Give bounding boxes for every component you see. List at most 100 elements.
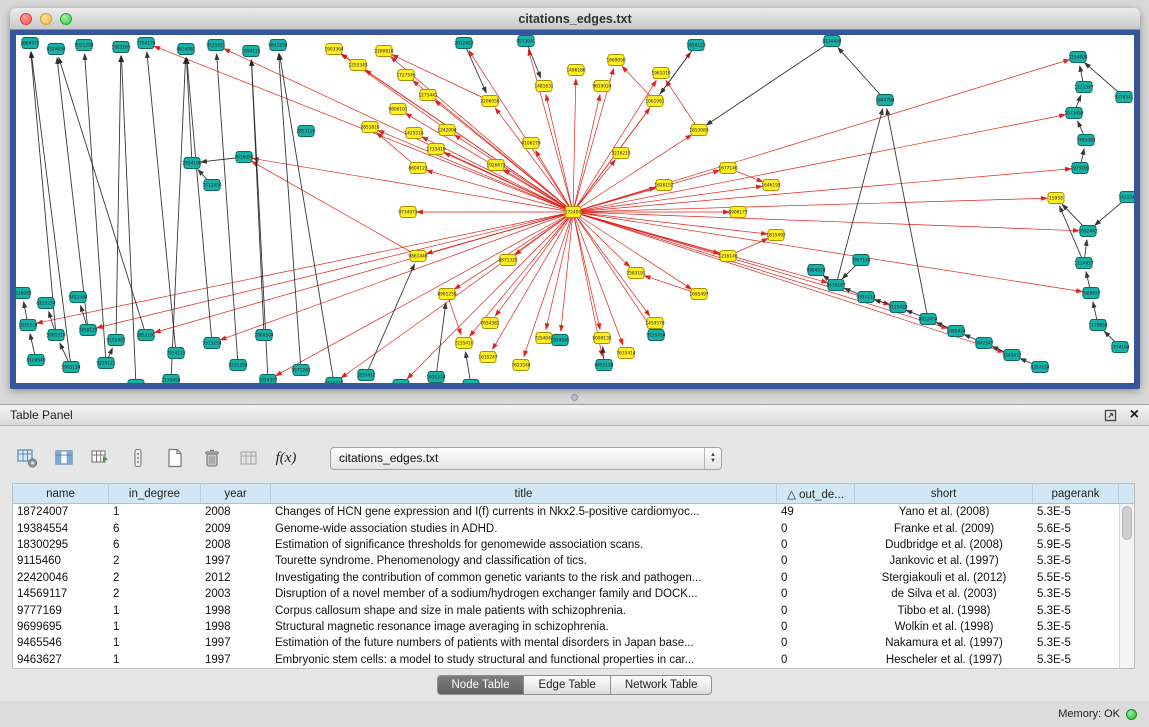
graph-node[interactable]: 1646193 [761,180,780,191]
graph-node[interactable]: 8455124 [594,360,613,371]
graph-node[interactable]: 1973458 [1064,108,1083,119]
network-graph[interactable]: 1724008906177121614616954971459578809913… [16,35,1134,383]
graph-node[interactable]: 7254042 [534,333,553,344]
graph-node[interactable]: 1727546 [396,70,415,81]
table-row[interactable]: 911546021997Tourette syndrome. Phenomeno… [13,553,1134,569]
delete-table-icon[interactable] [199,445,225,471]
graph-node[interactable]: 9619024 [592,81,611,92]
column-header-in_degree[interactable]: in_degree [109,484,201,503]
graph-node[interactable]: 2016050 [234,152,253,163]
graph-node[interactable]: 9152402 [106,335,125,346]
graph-node[interactable]: 3226215 [611,148,630,159]
graph-node[interactable]: 2012453 [454,38,473,49]
table-scrollbar[interactable] [1119,504,1134,668]
graph-edge[interactable] [573,79,576,212]
graph-node[interactable]: 2864972 [20,38,39,49]
graph-node[interactable]: 1677146 [718,163,737,174]
graph-node[interactable]: 7635414 [616,348,635,359]
table-row[interactable]: 1872400712008Changes of HCN gene express… [13,504,1134,520]
graph-edge[interactable] [573,60,1069,212]
graph-edge[interactable] [455,212,573,289]
graph-node[interactable]: 7954113 [166,348,185,359]
graph-node[interactable]: 9274541 [1114,92,1133,103]
graph-node[interactable]: 7458123 [78,325,97,336]
graph-node[interactable]: 2206058 [480,96,499,107]
column-header-pagerank[interactable]: pagerank [1033,484,1119,503]
graph-edge[interactable] [838,48,885,100]
network-select[interactable]: citations_edges.txt ▲▼ [330,447,722,470]
graph-node[interactable]: 9125424 [888,302,907,313]
graph-edge[interactable] [85,54,106,363]
graph-edge[interactable] [171,58,186,380]
tab-network-table[interactable]: Network Table [611,675,713,695]
graph-edge[interactable] [251,60,264,335]
graph-node[interactable]: 8324634 [46,44,65,55]
graph-node[interactable]: 9135754 [646,330,665,341]
graph-node[interactable]: 9135215 [324,378,343,384]
graph-node[interactable]: 2654190 [182,158,201,169]
graph-node[interactable]: 1642547 [974,338,993,349]
graph-edge[interactable] [279,54,334,383]
graph-node[interactable]: 7754174 [136,38,155,49]
graph-edge[interactable] [217,54,238,365]
graph-edge[interactable] [887,109,928,319]
graph-edge[interactable] [573,160,615,212]
graph-node[interactable]: 1095424 [946,326,965,337]
graph-node[interactable]: 7623544 [511,360,530,371]
graph-edge[interactable] [155,212,573,333]
table-row[interactable]: 1456911722003Disruption of a novel membe… [13,586,1134,602]
graph-node[interactable]: 1421341 [1118,192,1134,203]
tab-edge-table[interactable]: Edge Table [524,675,610,695]
graph-edge[interactable] [435,101,573,212]
table-row[interactable]: 2242004622012Investigating the contribut… [13,570,1134,586]
function-builder-icon[interactable]: f(x) [273,445,299,471]
graph-node[interactable]: 1154808 [1068,52,1087,63]
graph-node[interactable]: 1695497 [689,289,708,300]
table-row[interactable]: 1938455462009Genome-wide association stu… [13,520,1134,536]
graph-edge[interactable] [57,58,88,330]
graph-node[interactable]: 9734973 [398,207,417,218]
graph-edge[interactable] [447,294,461,334]
graph-node[interactable]: 1255343 [348,60,367,71]
graph-node[interactable]: 9106279 [521,138,540,149]
graph-node[interactable]: 9021254 [74,40,93,51]
graph-node[interactable]: 7957148 [851,255,870,266]
graph-edge[interactable] [573,212,1003,352]
column-header-short[interactable]: short [855,484,1033,503]
column-header-name[interactable]: name [13,484,109,503]
graph-node[interactable]: 8235414 [461,380,480,384]
graph-node[interactable]: 8099135 [592,333,611,344]
graph-node[interactable]: 8231254 [228,360,247,371]
graph-node[interactable]: 8679197 [826,280,845,291]
graph-node[interactable]: 1094125 [241,46,260,57]
graph-edge[interactable] [573,212,1079,231]
graph-node[interactable]: 2280816 [374,46,393,57]
graph-node[interactable]: 1692442 [1078,226,1097,237]
graph-edge[interactable] [573,212,650,316]
graph-node[interactable]: 172400 [565,207,582,218]
table-row[interactable]: 946554611997Estimation of the future num… [13,635,1134,651]
graph-edge[interactable] [573,115,1065,212]
graph-node[interactable]: 7654381 [480,318,499,329]
graph-node[interactable]: 9313254 [202,338,221,349]
graph-node[interactable]: 1481631 [534,81,553,92]
graph-node[interactable]: 8906177 [728,207,747,218]
graph-node[interactable]: 2060504 [254,330,273,341]
graph-node[interactable]: 1824357 [258,375,277,384]
graph-edge[interactable] [276,212,573,376]
graph-node[interactable]: 9131021 [206,40,225,51]
graph-node[interactable]: 1459578 [645,318,664,329]
graph-node[interactable]: 1914545 [550,335,569,346]
graph-node[interactable]: 9571243 [291,365,310,376]
table-row[interactable]: 946362711997Embryonic stem cells: a mode… [13,652,1134,668]
graph-node[interactable]: 7583191 [626,268,645,279]
graph-node[interactable]: 8354120 [126,380,145,384]
graph-edge[interactable] [121,56,136,383]
graph-node[interactable]: 1425518 [404,128,423,139]
graph-node[interactable]: 1935214 [426,372,445,383]
graph-node[interactable]: 2135454 [161,375,180,384]
graph-node[interactable]: 7235410 [454,338,473,349]
graph-edge[interactable] [573,95,600,212]
import-table-icon[interactable] [236,445,262,471]
row-height-icon[interactable] [125,445,151,471]
